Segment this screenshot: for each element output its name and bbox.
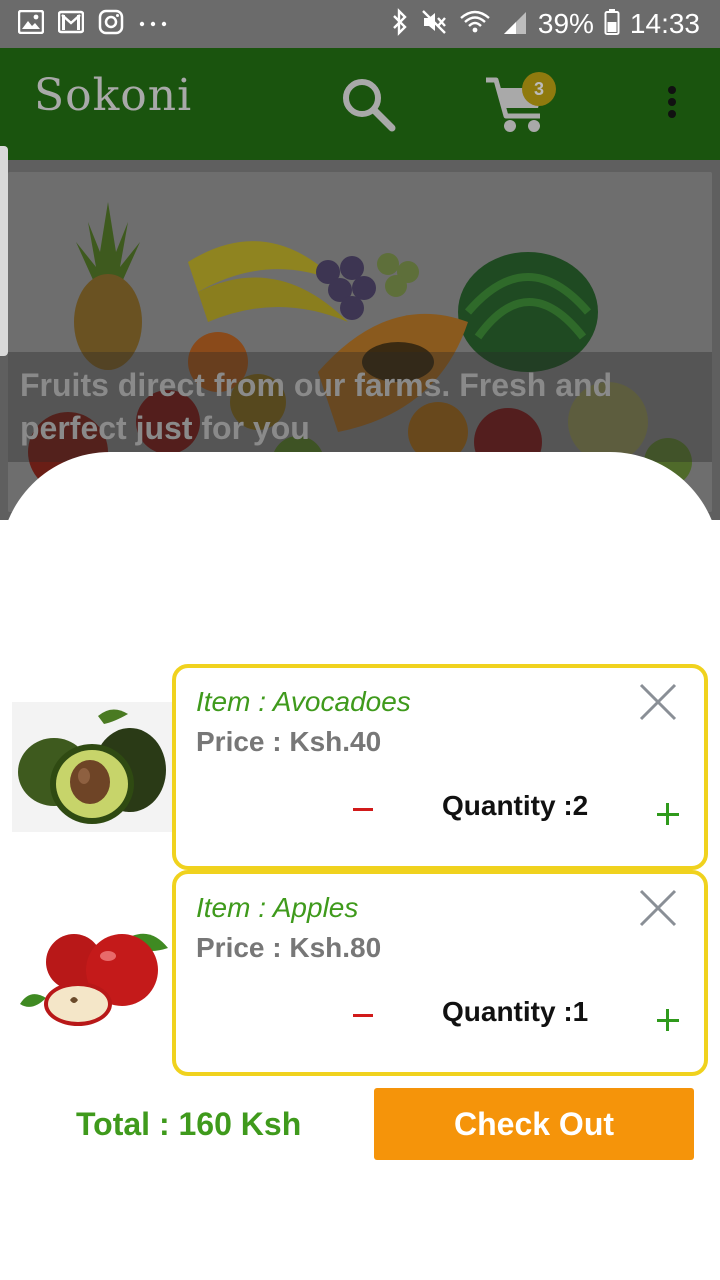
item-name: Item : Apples [196,892,359,923]
more-vert-icon [660,86,684,118]
signal-icon [502,8,528,41]
battery-icon [604,8,620,41]
notification-icons [17,9,168,40]
item-name: Item : Avocadoes [196,686,411,717]
search-button[interactable] [338,74,398,134]
close-icon [639,889,677,927]
cart-item: Item : Avocadoes Price : Ksh.40 Quantity… [0,664,720,870]
gmail-icon [57,10,85,39]
cart-total: Total : 160 Ksh [76,1106,302,1142]
item-price: Price : Ksh.80 [196,932,382,963]
item-price: Price : Ksh.40 [196,726,382,757]
search-icon [343,79,396,132]
remove-item-button[interactable] [638,682,678,722]
quantity-label: Quantity :1 [442,996,589,1027]
mute-icon [420,8,448,41]
cart-count-badge: 3 [522,72,556,106]
banner-caption: Fruits direct from our farms. Fresh and … [20,367,613,446]
wifi-icon [458,8,492,41]
cart-item-card: Item : Apples Price : Ksh.80 Quantity :1 [172,870,708,1076]
remove-item-button[interactable] [638,888,678,928]
instagram-icon [98,9,124,40]
cart-button[interactable]: 3 [482,68,562,138]
apple-image [12,908,172,1038]
close-icon [639,683,677,721]
checkout-button[interactable]: Check Out [374,1088,694,1160]
minus-icon [353,1013,373,1017]
cart-item: Item : Apples Price : Ksh.80 Quantity :1 [0,870,720,1076]
bluetooth-icon [390,7,410,41]
decrease-quantity-button[interactable] [348,794,378,824]
overflow-menu-button[interactable] [660,86,684,126]
minus-icon [353,807,373,811]
status-bar: 39% 14:33 [0,0,720,48]
battery-percent: 39% [537,8,594,39]
quantity-label: Quantity :2 [442,790,589,821]
decrease-quantity-button[interactable] [348,1000,378,1030]
increase-quantity-button[interactable] [656,1008,680,1032]
more-icon [138,15,168,33]
clock: 14:33 [629,8,700,39]
image-icon [17,9,45,39]
app-bar: Sokoni 3 [0,48,720,160]
system-icons: 39% 14:33 [390,7,700,41]
scroll-indicator [0,146,8,356]
avocado-image [12,702,172,832]
increase-quantity-button[interactable] [656,802,680,826]
cart-item-card: Item : Avocadoes Price : Ksh.40 Quantity… [172,664,708,870]
app-title: Sokoni [34,70,193,121]
